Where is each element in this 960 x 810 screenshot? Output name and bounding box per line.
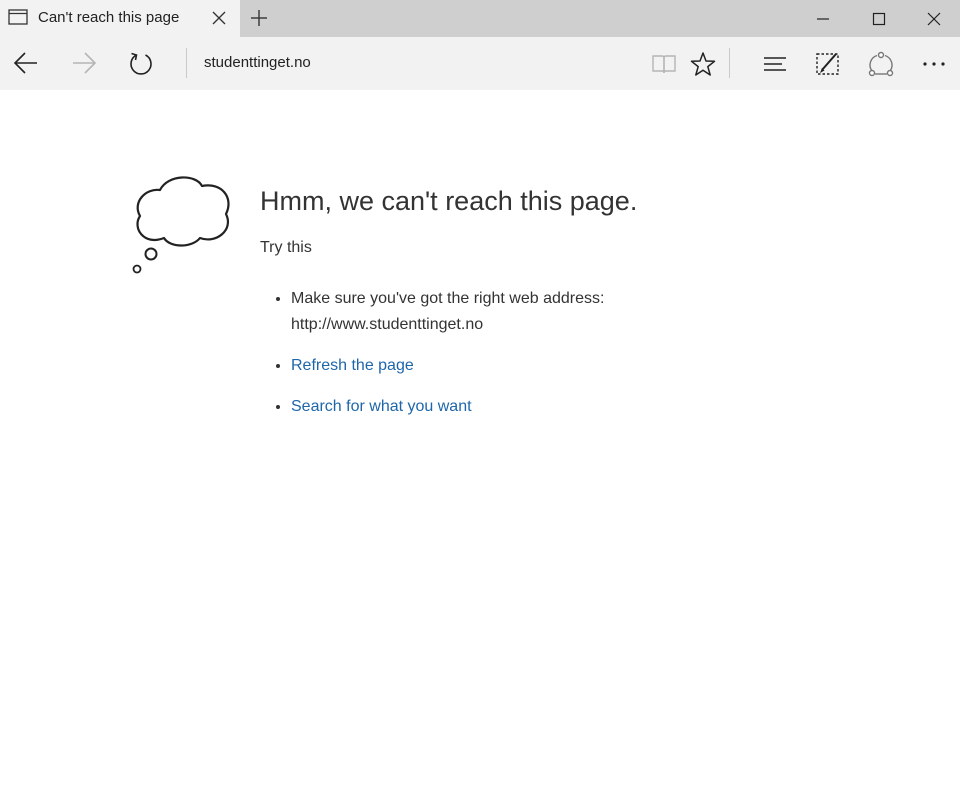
more-icon[interactable]	[921, 51, 947, 77]
address-bar[interactable]: studenttinget.no	[204, 54, 311, 71]
page-title: Hmm, we can't reach this page.	[260, 186, 638, 216]
divider	[186, 48, 187, 78]
back-arrow-icon[interactable]	[13, 50, 39, 76]
list-item: Make sure you've got the right web addre…	[272, 286, 732, 338]
navigation-bar: studenttinget.no	[0, 37, 960, 90]
plus-icon[interactable]	[250, 9, 268, 27]
book-icon[interactable]	[651, 51, 677, 77]
list-item: Search for what you want	[272, 394, 732, 420]
pen-icon[interactable]	[815, 51, 841, 77]
search-link[interactable]: Search for what you want	[291, 398, 472, 415]
close-icon[interactable]	[212, 11, 226, 25]
suggested-url: http://www.studenttinget.no	[291, 316, 484, 333]
list-item: Refresh the page	[272, 353, 732, 379]
close-window-icon	[927, 12, 941, 26]
tab-title: Can't reach this page	[38, 9, 180, 26]
thought-cloud-icon	[130, 176, 234, 276]
maximize-button[interactable]	[851, 0, 907, 37]
divider	[729, 48, 730, 78]
forward-arrow-icon[interactable]	[71, 50, 97, 76]
maximize-icon	[872, 12, 886, 26]
page-icon	[8, 9, 28, 25]
active-tab[interactable]: Can't reach this page	[0, 0, 240, 37]
address-hint: Make sure you've got the right web addre…	[291, 290, 605, 307]
suggestion-list: Make sure you've got the right web addre…	[272, 286, 732, 420]
title-bar: Can't reach this page	[0, 0, 960, 37]
minimize-icon	[817, 18, 829, 20]
close-window-button[interactable]	[906, 0, 960, 37]
minimize-button[interactable]	[795, 0, 851, 37]
try-this-label: Try this	[260, 239, 312, 256]
refresh-link[interactable]: Refresh the page	[291, 357, 414, 374]
star-icon[interactable]	[690, 51, 716, 77]
refresh-icon[interactable]	[128, 50, 154, 76]
share-icon[interactable]	[868, 51, 894, 77]
hub-icon[interactable]	[762, 51, 788, 77]
